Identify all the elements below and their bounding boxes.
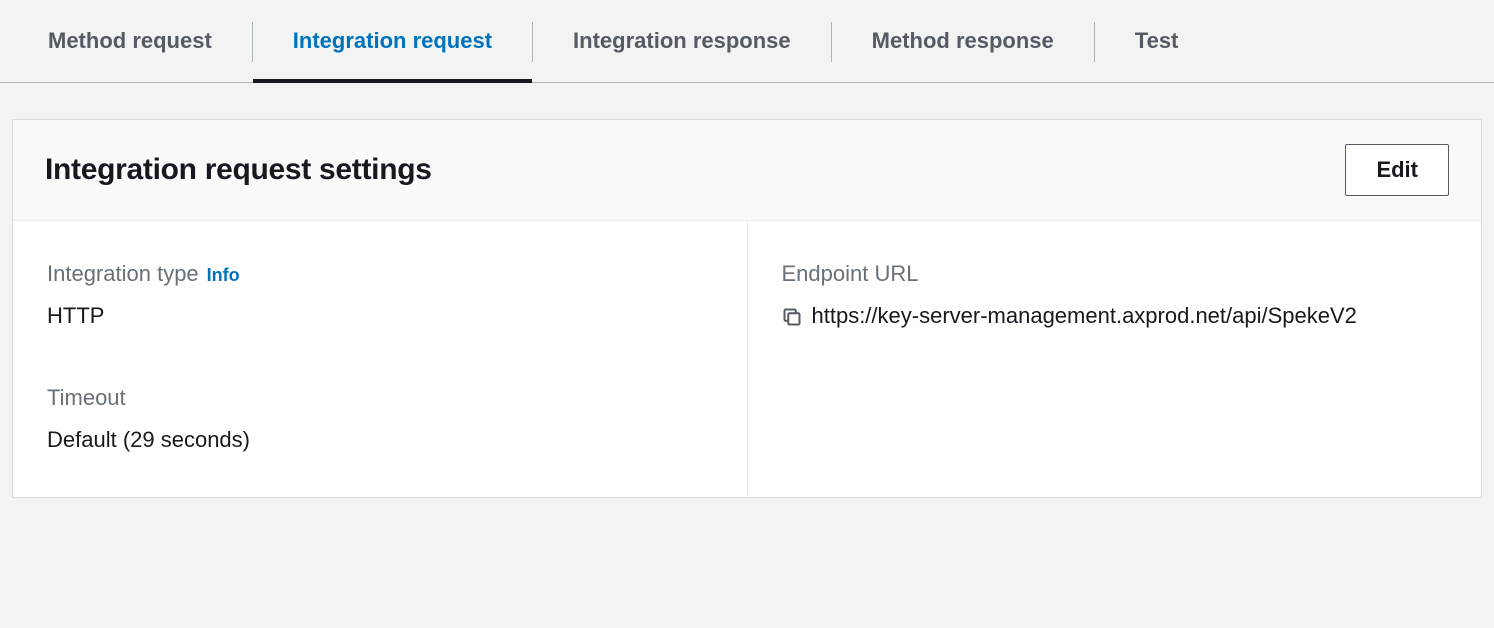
- endpoint-url-text: https://key-server-management.axprod.net…: [812, 299, 1357, 333]
- field-integration-type: Integration type Info HTTP: [47, 261, 715, 333]
- field-timeout: Timeout Default (29 seconds): [47, 385, 715, 457]
- field-label-text: Integration type: [47, 261, 199, 287]
- integration-request-settings-panel: Integration request settings Edit Integr…: [12, 119, 1482, 498]
- panel-body: Integration type Info HTTP Timeout Defau…: [13, 221, 1481, 497]
- panel-right-column: Endpoint URL https://key-server-manageme…: [748, 221, 1482, 497]
- copy-icon[interactable]: [782, 303, 802, 337]
- panel-left-column: Integration type Info HTTP Timeout Defau…: [13, 221, 748, 497]
- field-value-integration-type: HTTP: [47, 299, 715, 333]
- field-label-timeout: Timeout: [47, 385, 715, 411]
- field-value-timeout: Default (29 seconds): [47, 423, 715, 457]
- tab-test[interactable]: Test: [1095, 8, 1219, 82]
- panel-title: Integration request settings: [45, 153, 432, 187]
- info-link[interactable]: Info: [207, 265, 240, 286]
- field-label-text: Endpoint URL: [782, 261, 919, 287]
- tab-method-response[interactable]: Method response: [832, 8, 1094, 82]
- tab-method-request[interactable]: Method request: [8, 8, 252, 82]
- edit-button[interactable]: Edit: [1345, 144, 1449, 196]
- content-area: Integration request settings Edit Integr…: [0, 83, 1494, 498]
- field-label-endpoint-url: Endpoint URL: [782, 261, 1450, 287]
- field-endpoint-url: Endpoint URL https://key-server-manageme…: [782, 261, 1450, 337]
- panel-header: Integration request settings Edit: [13, 120, 1481, 221]
- field-label-text: Timeout: [47, 385, 126, 411]
- tab-integration-response[interactable]: Integration response: [533, 8, 831, 82]
- field-label-integration-type: Integration type Info: [47, 261, 715, 287]
- tab-integration-request[interactable]: Integration request: [253, 8, 532, 82]
- field-value-endpoint-url: https://key-server-management.axprod.net…: [782, 299, 1450, 337]
- tabs-nav: Method request Integration request Integ…: [0, 0, 1494, 83]
